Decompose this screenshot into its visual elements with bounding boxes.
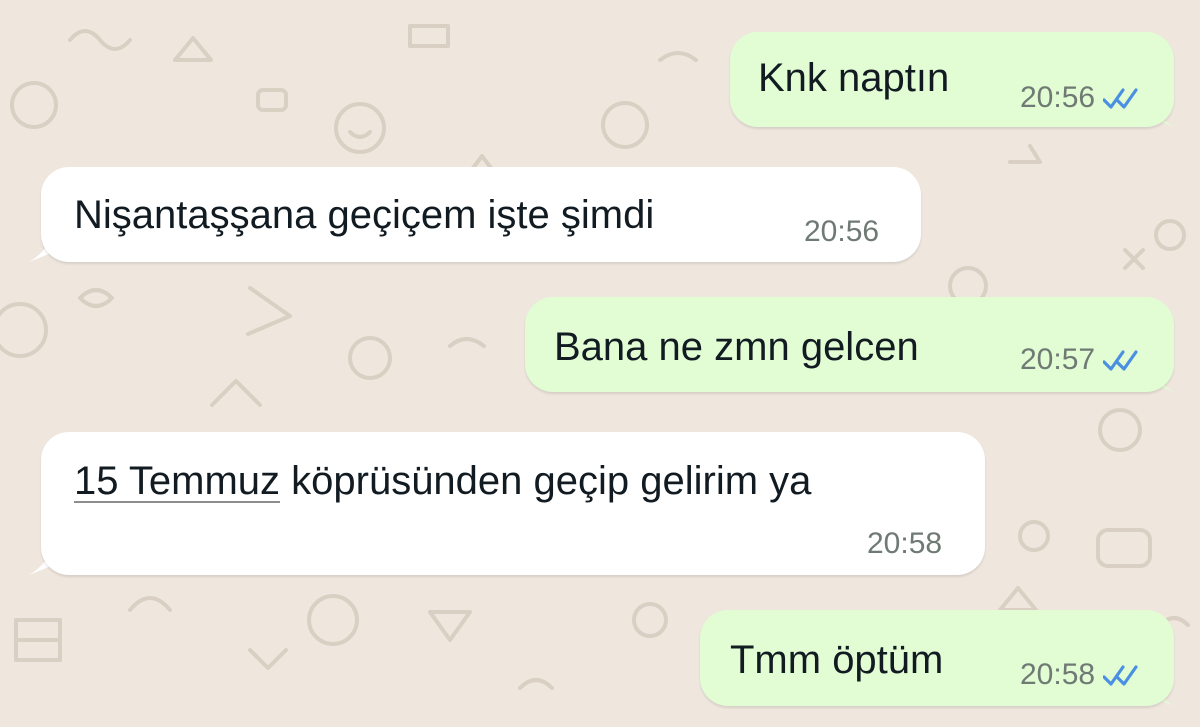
message-meta: 20:58 bbox=[867, 526, 942, 562]
message-bubble-outgoing[interactable]: Tmm öptüm 20:58 bbox=[700, 610, 1174, 706]
chat-messages: Knk naptın 20:56 Nişantaşşana geçiçem iş… bbox=[0, 0, 1200, 727]
message-time: 20:58 bbox=[867, 527, 943, 560]
message-text: Nişantaşşana geçiçem işte şimdi bbox=[74, 193, 655, 237]
bubble-tail bbox=[29, 549, 57, 575]
date-link[interactable]: 15 Temmuz bbox=[74, 459, 280, 503]
double-check-read-icon bbox=[1103, 88, 1138, 109]
message-text: Knk naptın bbox=[758, 56, 950, 100]
message-bubble-outgoing[interactable]: Knk naptın 20:56 bbox=[730, 32, 1174, 127]
bubble-tail bbox=[1146, 366, 1174, 392]
message-text: 15 Temmuz köprüsünden geçip gelirim ya bbox=[74, 457, 811, 505]
message-text-rest: köprüsünden geçip gelirim ya bbox=[280, 459, 812, 503]
double-check-read-icon bbox=[1103, 350, 1138, 371]
message-bubble-outgoing[interactable]: Bana ne zmn gelcen 20:57 bbox=[525, 297, 1174, 392]
bubble-tail bbox=[29, 236, 57, 262]
message-meta: 20:56 bbox=[804, 214, 879, 250]
message-bubble-incoming[interactable]: Nişantaşşana geçiçem işte şimdi 20:56 bbox=[29, 167, 921, 262]
bubble-tail bbox=[1146, 101, 1174, 127]
message-time: 20:57 bbox=[1020, 343, 1096, 376]
message-meta: 20:56 bbox=[1020, 80, 1139, 116]
message-meta: 20:58 bbox=[1020, 657, 1139, 693]
message-time: 20:56 bbox=[804, 215, 880, 248]
message-meta: 20:57 bbox=[1020, 342, 1139, 378]
message-time: 20:58 bbox=[1020, 658, 1096, 691]
message-text: Tmm öptüm bbox=[730, 638, 944, 682]
message-text: Bana ne zmn gelcen bbox=[554, 325, 919, 369]
bubble-tail bbox=[1146, 680, 1174, 706]
message-bubble-incoming[interactable]: 15 Temmuz köprüsünden geçip gelirim ya 2… bbox=[29, 432, 985, 575]
double-check-read-icon bbox=[1103, 665, 1138, 686]
message-time: 20:56 bbox=[1020, 81, 1096, 114]
